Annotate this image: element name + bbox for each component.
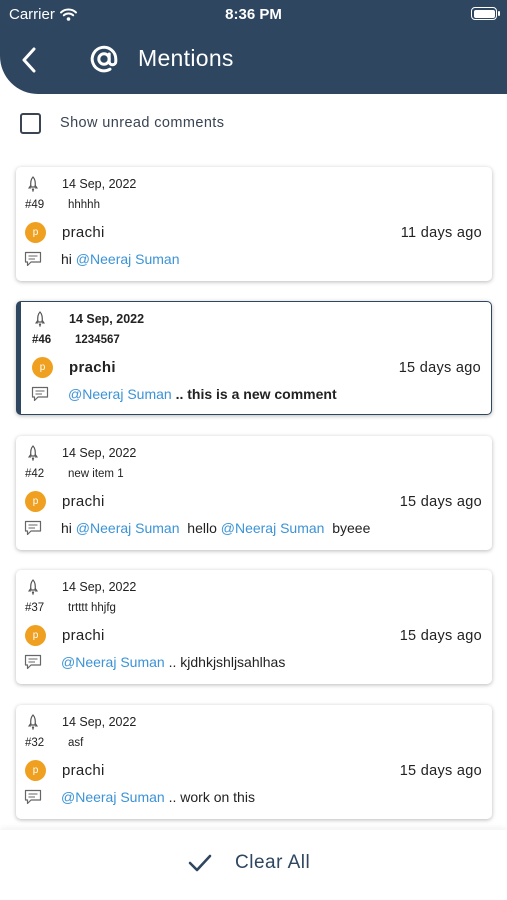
app-header: Carrier 8:36 PM Mentions bbox=[0, 0, 507, 94]
comment-icon bbox=[24, 251, 42, 267]
comment-icon bbox=[24, 520, 42, 536]
comment-icon bbox=[31, 386, 49, 402]
item-title: new item 1 bbox=[68, 468, 124, 480]
item-number: #32 bbox=[25, 737, 45, 749]
item-number: #49 bbox=[25, 199, 45, 211]
time-ago: 15 days ago bbox=[398, 359, 481, 376]
avatar: p bbox=[25, 625, 46, 646]
user-name: prachi bbox=[69, 359, 116, 376]
status-time: 8:36 PM bbox=[225, 6, 282, 23]
unread-checkbox[interactable] bbox=[20, 112, 41, 134]
comment-body: hi @Neeraj Suman hello @Neeraj Suman bye… bbox=[61, 520, 370, 536]
comment-body: @Neeraj Suman .. this is a new comment bbox=[68, 386, 337, 402]
card-item-row: #42 new item 1 bbox=[25, 468, 124, 480]
comment-text: .. kjdhkjshljsahlhas bbox=[164, 654, 286, 670]
mention-card[interactable]: 14 Sep, 2022 #42 new item 1 p prachi 15 days … bbox=[16, 436, 492, 550]
comment-body: @Neeraj Suman .. work on this bbox=[61, 789, 255, 805]
mention-card[interactable]: 14 Sep, 2022 #46 1234567 p prachi 15 days ago… bbox=[16, 301, 492, 415]
comment-text: .. work on this bbox=[164, 789, 255, 805]
mention-date: 14 Sep, 2022 bbox=[62, 446, 137, 460]
rocket-icon bbox=[27, 445, 39, 461]
item-title: 1234567 bbox=[75, 334, 120, 346]
mention-link[interactable]: @Neeraj Suman bbox=[61, 654, 165, 670]
card-user-row: p prachi 11 days ago bbox=[25, 222, 482, 243]
clear-all-label: Clear All bbox=[235, 852, 311, 873]
bottom-bar: Clear All bbox=[0, 830, 507, 900]
time-ago: 11 days ago bbox=[400, 224, 482, 241]
user-name: prachi bbox=[62, 224, 105, 241]
avatar: p bbox=[32, 357, 53, 378]
avatar: p bbox=[25, 760, 46, 781]
comment-text: hi bbox=[61, 520, 76, 536]
mention-card[interactable]: 14 Sep, 2022 #32 asf p prachi 15 days ago @Nee… bbox=[16, 705, 492, 819]
time-ago: 15 days ago bbox=[399, 493, 482, 510]
item-title: asf bbox=[68, 737, 84, 749]
comment-body: hi @Neeraj Suman bbox=[61, 251, 180, 267]
mention-card[interactable]: 14 Sep, 2022 #49 hhhhh p prachi 11 days ago hi… bbox=[16, 167, 492, 281]
rocket-icon bbox=[27, 714, 39, 730]
mention-link[interactable]: @Neeraj Suman bbox=[68, 386, 172, 402]
checkmark-icon bbox=[188, 854, 212, 872]
user-name: prachi bbox=[62, 762, 105, 779]
card-user-row: p prachi 15 days ago bbox=[32, 357, 481, 378]
page-title: Mentions bbox=[138, 45, 234, 71]
comment-text: hi bbox=[61, 251, 76, 267]
item-title: hhhhh bbox=[68, 199, 100, 211]
back-button[interactable] bbox=[14, 44, 44, 76]
clear-all-button[interactable]: Clear All bbox=[187, 852, 310, 874]
card-comment-row: @Neeraj Suman .. this is a new comment bbox=[31, 386, 337, 402]
rocket-icon bbox=[34, 311, 46, 327]
card-comment-row: @Neeraj Suman .. work on this bbox=[24, 789, 255, 805]
card-date-row: 14 Sep, 2022 bbox=[26, 176, 136, 192]
card-item-row: #49 hhhhh bbox=[25, 199, 100, 211]
mention-date: 14 Sep, 2022 bbox=[62, 715, 137, 729]
mention-date: 14 Sep, 2022 bbox=[69, 312, 145, 326]
card-date-row: 14 Sep, 2022 bbox=[26, 579, 136, 595]
time-ago: 15 days ago bbox=[399, 627, 482, 644]
item-number: #42 bbox=[25, 468, 45, 480]
item-title: trtttt hhjfg bbox=[68, 602, 116, 614]
time-ago: 15 days ago bbox=[399, 762, 482, 779]
avatar: p bbox=[25, 222, 46, 243]
comment-body: @Neeraj Suman .. kjdhkjshljsahlhas bbox=[61, 654, 285, 670]
mention-date: 14 Sep, 2022 bbox=[62, 177, 137, 191]
user-name: prachi bbox=[62, 493, 105, 510]
card-date-row: 14 Sep, 2022 bbox=[26, 714, 136, 730]
card-item-row: #46 1234567 bbox=[32, 334, 120, 346]
mention-date: 14 Sep, 2022 bbox=[62, 580, 137, 594]
card-item-row: #32 asf bbox=[25, 737, 83, 749]
card-user-row: p prachi 15 days ago bbox=[25, 625, 482, 646]
item-number: #37 bbox=[25, 602, 45, 614]
comment-text: hello bbox=[179, 520, 221, 536]
card-comment-row: hi @Neeraj Suman hello @Neeraj Suman bye… bbox=[24, 520, 370, 536]
user-name: prachi bbox=[62, 627, 105, 644]
mention-link[interactable]: @Neeraj Suman bbox=[76, 251, 180, 267]
card-comment-row: @Neeraj Suman .. kjdhkjshljsahlhas bbox=[24, 654, 285, 670]
item-number: #46 bbox=[32, 334, 52, 346]
battery-icon bbox=[471, 7, 500, 20]
status-bar: Carrier 8:36 PM bbox=[0, 0, 507, 28]
chevron-left-icon bbox=[22, 47, 36, 73]
rocket-icon bbox=[27, 579, 39, 595]
unread-filter-toggle[interactable]: Show unread comments bbox=[20, 111, 224, 135]
card-item-row: #37 trtttt hhjfg bbox=[25, 602, 116, 614]
card-date-row: 14 Sep, 2022 bbox=[26, 445, 136, 461]
comment-icon bbox=[24, 654, 42, 670]
card-user-row: p prachi 15 days ago bbox=[25, 760, 482, 781]
avatar: p bbox=[25, 491, 46, 512]
card-user-row: p prachi 15 days ago bbox=[25, 491, 482, 512]
comment-text: byeee bbox=[324, 520, 371, 536]
rocket-icon bbox=[27, 176, 39, 192]
card-comment-row: hi @Neeraj Suman bbox=[24, 251, 180, 267]
comment-icon bbox=[24, 789, 42, 805]
card-date-row: 14 Sep, 2022 bbox=[33, 311, 144, 327]
at-sign-icon bbox=[90, 45, 118, 73]
mention-link[interactable]: @Neeraj Suman bbox=[221, 520, 325, 536]
mention-link[interactable]: @Neeraj Suman bbox=[61, 789, 165, 805]
comment-text: .. this is a new comment bbox=[171, 386, 337, 402]
unread-filter-label: Show unread comments bbox=[60, 115, 225, 131]
mention-link[interactable]: @Neeraj Suman bbox=[76, 520, 180, 536]
mention-card[interactable]: 14 Sep, 2022 #37 trtttt hhjfg p prachi 15 day… bbox=[16, 570, 492, 684]
